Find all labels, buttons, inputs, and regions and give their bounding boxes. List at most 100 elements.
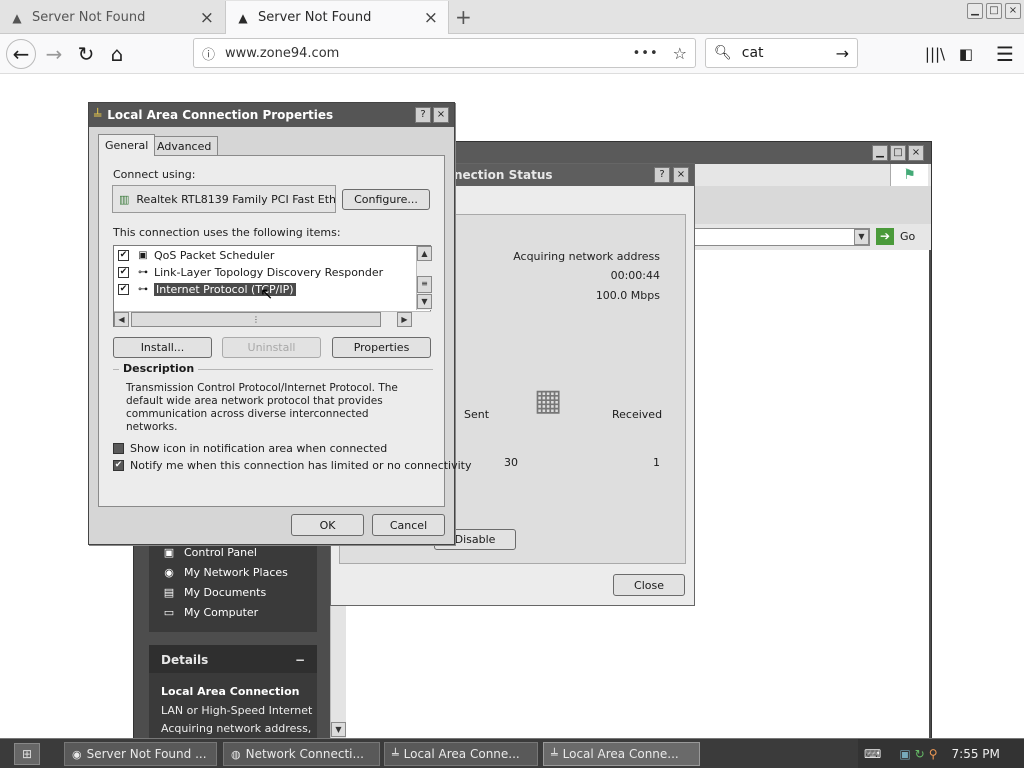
close-tab-icon[interactable]: × [200, 8, 214, 28]
item-checkbox[interactable]: ✔ [118, 267, 129, 278]
show-icon-option[interactable]: Show icon in notification area when conn… [113, 440, 387, 457]
items-label: This connection uses the following items… [113, 226, 341, 239]
scroll-thumb[interactable]: ≡ [417, 276, 432, 293]
close-icon[interactable]: × [433, 107, 449, 123]
scroll-up-icon[interactable]: ▲ [417, 246, 432, 261]
new-tab-button[interactable]: + [455, 5, 472, 29]
list-vertical-scrollbar[interactable]: ▲ ≡ ▼ [416, 246, 432, 310]
search-input[interactable]: cat [742, 45, 836, 61]
list-item[interactable]: ✔ ⊶ Link-Layer Topology Discovery Respon… [118, 264, 383, 281]
refresh-tray-icon[interactable]: ↻ [915, 747, 925, 761]
network-tray-icon[interactable]: ▣ [899, 747, 910, 761]
close-tab-icon[interactable]: × [424, 8, 438, 28]
scroll-down-icon[interactable]: ▼ [331, 722, 346, 737]
search-box[interactable]: 🔍︎ cat → [705, 38, 858, 68]
speed-value: 100.0 Mbps [595, 289, 660, 302]
item-checkbox[interactable]: ✔ [118, 250, 129, 261]
tab-server-not-found-2[interactable]: ▲ Server Not Found × [225, 1, 449, 34]
other-place-label: My Network Places [184, 565, 288, 579]
mouse-cursor-icon: ↖ [260, 284, 274, 303]
show-icon-checkbox[interactable] [113, 443, 124, 454]
system-tray: ⌨ ▣ ↻ ⚲ 7:55 PM [858, 739, 1024, 768]
search-tray-icon[interactable]: ⚲ [929, 747, 938, 761]
search-go-icon[interactable]: → [836, 44, 849, 63]
help-icon[interactable]: ? [654, 167, 670, 183]
other-place-network-places[interactable]: ◉ My Network Places [149, 562, 317, 582]
library-icon[interactable]: |||\ [921, 40, 949, 68]
start-button[interactable]: ⊞ [14, 743, 40, 765]
uninstall-button[interactable]: Uninstall [222, 337, 321, 358]
received-label: Received [612, 408, 663, 421]
info-icon[interactable]: ⓘ [202, 44, 215, 63]
other-place-label: My Computer [184, 605, 259, 619]
tab-general[interactable]: General [98, 134, 156, 156]
taskbar-item-connection-properties[interactable]: ╧ Local Area Conne... [543, 742, 700, 766]
horizontal-scroll-thumb[interactable]: ⋮ [131, 312, 381, 327]
back-icon[interactable]: ← [6, 39, 36, 69]
configure-button[interactable]: Configure... [342, 189, 430, 210]
close-icon[interactable]: × [908, 145, 924, 161]
warning-icon: ▲ [238, 10, 248, 25]
close-icon[interactable]: × [673, 167, 689, 183]
adapter-box: ▥ Realtek RTL8139 Family PCI Fast Eth [112, 185, 336, 213]
taskbar-item-connection-status[interactable]: ╧ Local Area Conne... [384, 742, 538, 766]
list-item[interactable]: ✔ ▣ QoS Packet Scheduler [118, 247, 274, 264]
cancel-button[interactable]: Cancel [372, 514, 445, 536]
details-connection-name: Local Area Connection [161, 685, 300, 698]
other-place-control-panel[interactable]: ▣ Control Panel [149, 542, 317, 562]
sidebar-icon[interactable]: ◧ [952, 40, 980, 68]
url-text[interactable]: www.zone94.com [225, 46, 633, 61]
notify-checkbox[interactable]: ✔ [113, 460, 124, 471]
clock: 7:55 PM [951, 747, 1000, 761]
reload-icon[interactable]: ↻ [72, 40, 100, 68]
other-places-panel: ▣ Control Panel ◉ My Network Places ▤ My… [149, 542, 317, 632]
ok-button[interactable]: OK [291, 514, 364, 536]
install-button[interactable]: Install... [113, 337, 212, 358]
page-actions-icon[interactable]: ••• [633, 46, 659, 61]
close-button[interactable]: Close [613, 574, 685, 596]
connection-icon: ╧ [392, 747, 399, 761]
notify-option[interactable]: ✔ Notify me when this connection has lim… [113, 457, 472, 474]
duration-value: 00:00:44 [610, 269, 660, 282]
properties-dialog-title: Local Area Connection Properties [107, 108, 334, 122]
tab-server-not-found-1[interactable]: ▲ Server Not Found × [0, 1, 224, 34]
other-place-computer[interactable]: ▭ My Computer [149, 602, 317, 622]
taskbar-item-firefox[interactable]: ◉ Server Not Found ... [64, 742, 217, 766]
scroll-left-icon[interactable]: ◀ [114, 312, 129, 327]
go-button[interactable]: ➔ Go [876, 228, 915, 245]
details-header[interactable]: Details − [149, 645, 317, 673]
scroll-down-icon[interactable]: ▼ [417, 294, 432, 309]
tab-title: Server Not Found [258, 10, 372, 25]
minimize-icon[interactable]: ▁ [967, 3, 983, 19]
home-icon[interactable]: ⌂ [103, 40, 131, 68]
address-dropdown-icon[interactable]: ▼ [854, 229, 869, 245]
minimize-icon[interactable]: ▁ [872, 145, 888, 161]
close-window-icon[interactable]: × [1005, 3, 1021, 19]
keyboard-icon[interactable]: ⌨ [864, 747, 881, 761]
taskbar-item-label: Server Not Found ... [86, 747, 207, 761]
other-place-label: Control Panel [184, 545, 257, 559]
other-place-documents[interactable]: ▤ My Documents [149, 582, 317, 602]
maximize-icon[interactable]: □ [986, 3, 1002, 19]
url-bar[interactable]: ⓘ www.zone94.com ••• ☆ [193, 38, 696, 68]
details-panel: Details − Local Area Connection LAN or H… [149, 645, 317, 740]
taskbar-item-network-connections[interactable]: ◍ Network Connecti... [223, 742, 380, 766]
protocol-icon: ⊶ [138, 267, 148, 278]
properties-button[interactable]: Properties [332, 337, 431, 358]
maximize-icon[interactable]: □ [890, 145, 906, 161]
address-field[interactable] [694, 228, 870, 246]
item-checkbox[interactable]: ✔ [118, 284, 129, 295]
help-icon[interactable]: ? [415, 107, 431, 123]
go-label: Go [900, 230, 916, 243]
other-place-label: My Documents [184, 585, 267, 599]
taskbar-item-label: Local Area Conne... [562, 747, 679, 761]
browser-tab-bar: ▲ Server Not Found × ▲ Server Not Found … [0, 0, 1024, 34]
collapse-icon[interactable]: − [295, 653, 305, 667]
scroll-right-icon[interactable]: ▶ [397, 312, 412, 327]
forward-icon[interactable]: → [40, 40, 68, 68]
list-horizontal-scrollbar[interactable]: ◀ ⋮ ▶ [114, 311, 431, 327]
tab-advanced[interactable]: Advanced [150, 136, 219, 156]
documents-icon: ▤ [163, 585, 175, 599]
menu-icon[interactable]: ☰ [991, 40, 1019, 68]
bookmark-star-icon[interactable]: ☆ [673, 44, 687, 63]
